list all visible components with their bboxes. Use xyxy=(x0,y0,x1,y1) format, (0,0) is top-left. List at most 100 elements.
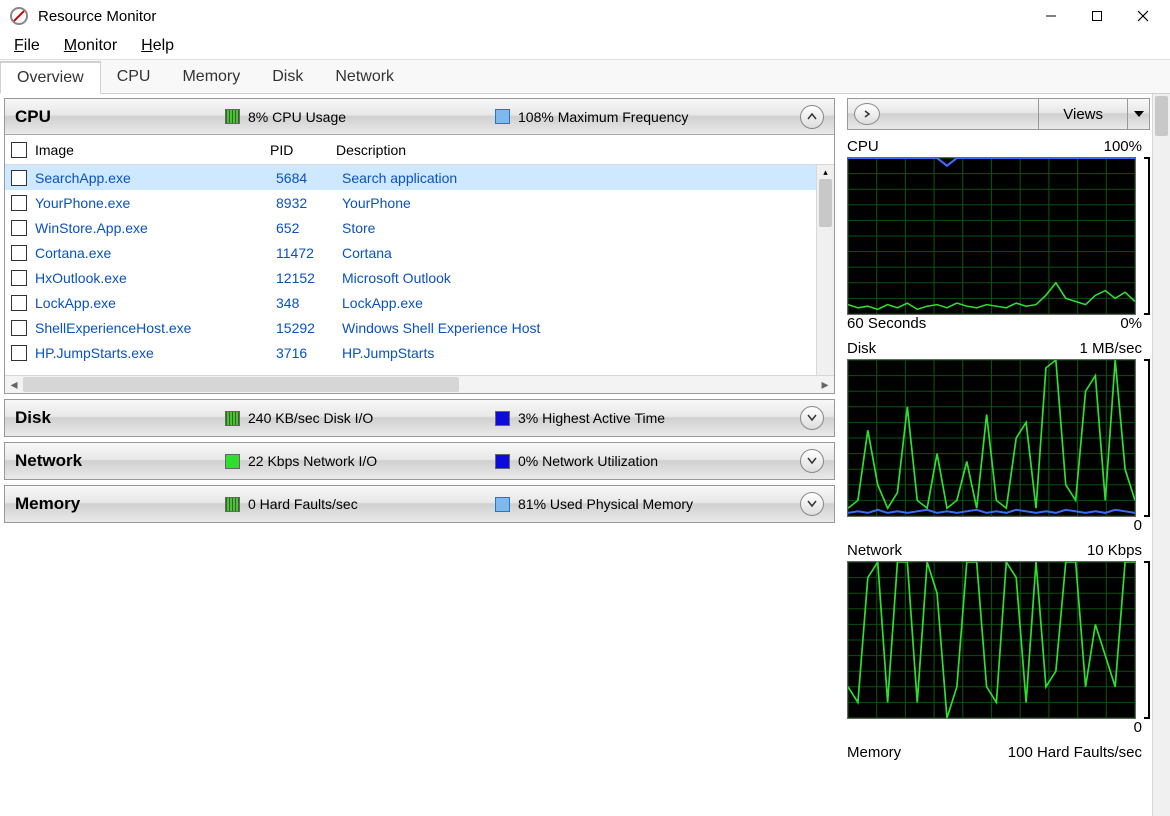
hscroll-thumb[interactable] xyxy=(23,377,459,392)
table-row[interactable]: WinStore.App.exe652Store xyxy=(5,215,816,240)
row-checkbox[interactable] xyxy=(11,270,27,286)
tab-memory[interactable]: Memory xyxy=(166,60,256,93)
vscroll-thumb[interactable] xyxy=(819,179,832,227)
cell-description: YourPhone xyxy=(342,195,816,211)
memory-used-swatch xyxy=(495,497,510,512)
views-prev-button[interactable] xyxy=(854,103,880,125)
section-title-disk: Disk xyxy=(15,408,225,428)
chart-network: Network 10 Kbps 0 xyxy=(847,542,1150,736)
section-title-network: Network xyxy=(15,451,225,471)
cell-description: Microsoft Outlook xyxy=(342,270,816,286)
app-icon xyxy=(10,7,28,25)
cell-pid: 12152 xyxy=(276,270,342,286)
tab-cpu[interactable]: CPU xyxy=(101,60,167,93)
table-row[interactable]: HP.JumpStarts.exe3716HP.JumpStarts xyxy=(5,340,816,365)
collapse-cpu-button[interactable] xyxy=(800,105,824,129)
chart-network-canvas xyxy=(847,561,1136,719)
section-header-disk[interactable]: Disk 240 KB/sec Disk I/O 3% Highest Acti… xyxy=(5,400,834,436)
cell-pid: 5684 xyxy=(276,170,342,186)
row-checkbox[interactable] xyxy=(11,295,27,311)
row-checkbox[interactable] xyxy=(11,245,27,261)
right-pane: Views CPU 100% 60 Seconds 0 xyxy=(841,94,1170,816)
cell-description: LockApp.exe xyxy=(342,295,816,311)
chart-network-title: Network xyxy=(847,542,902,559)
chart-network-min: 0 xyxy=(1134,719,1142,736)
menu-file[interactable]: File xyxy=(6,35,48,57)
table-row[interactable]: ShellExperienceHost.exe15292Windows Shel… xyxy=(5,315,816,340)
memory-faults-swatch xyxy=(225,497,240,512)
cpu-freq-text: 108% Maximum Frequency xyxy=(518,109,688,125)
expand-network-button[interactable] xyxy=(800,449,824,473)
chart-disk-title: Disk xyxy=(847,340,876,357)
chart-cpu-canvas xyxy=(847,157,1136,315)
chart-cpu: CPU 100% 60 Seconds 0% xyxy=(847,138,1150,332)
row-checkbox[interactable] xyxy=(11,170,27,186)
cell-description: Store xyxy=(342,220,816,236)
section-header-memory[interactable]: Memory 0 Hard Faults/sec 81% Used Physic… xyxy=(5,486,834,522)
row-checkbox[interactable] xyxy=(11,320,27,336)
menu-help[interactable]: Help xyxy=(133,35,182,57)
table-vscroll[interactable]: ▴ xyxy=(816,165,834,375)
scroll-left-icon[interactable]: ◂ xyxy=(5,376,23,393)
tab-network[interactable]: Network xyxy=(319,60,410,93)
table-row[interactable]: Cortana.exe11472Cortana xyxy=(5,240,816,265)
scroll-right-icon[interactable]: ▸ xyxy=(816,376,834,393)
expand-memory-button[interactable] xyxy=(800,492,824,516)
chart-disk-min: 0 xyxy=(1134,517,1142,534)
menu-monitor[interactable]: Monitor xyxy=(56,35,125,57)
cell-pid: 11472 xyxy=(276,245,342,261)
network-util-swatch xyxy=(495,454,510,469)
disk-io-text: 240 KB/sec Disk I/O xyxy=(248,410,373,426)
cpu-freq-swatch xyxy=(495,109,510,124)
tab-disk[interactable]: Disk xyxy=(256,60,319,93)
chart-cpu-xlabel: 60 Seconds xyxy=(847,315,926,332)
cell-image: Cortana.exe xyxy=(35,245,276,261)
select-all-checkbox[interactable] xyxy=(11,142,27,158)
cell-image: WinStore.App.exe xyxy=(35,220,276,236)
table-hscroll[interactable]: ◂ ▸ xyxy=(5,375,834,393)
expand-disk-button[interactable] xyxy=(800,406,824,430)
menubar: File Monitor Help xyxy=(0,32,1170,60)
tab-overview[interactable]: Overview xyxy=(0,61,101,94)
views-dropdown-arrow[interactable] xyxy=(1127,99,1149,129)
section-header-network[interactable]: Network 22 Kbps Network I/O 0% Network U… xyxy=(5,443,834,479)
table-row[interactable]: HxOutlook.exe12152Microsoft Outlook xyxy=(5,265,816,290)
views-dropdown[interactable]: Views xyxy=(1038,99,1149,129)
left-pane: CPU 8% CPU Usage 108% Maximum Frequency xyxy=(0,94,835,816)
maximize-button[interactable] xyxy=(1074,0,1120,32)
bracket-icon xyxy=(1144,561,1150,719)
chart-disk: Disk 1 MB/sec 0 xyxy=(847,340,1150,534)
cell-pid: 8932 xyxy=(276,195,342,211)
section-title-memory: Memory xyxy=(15,494,225,514)
col-header-image[interactable]: Image xyxy=(5,142,270,158)
chart-cpu-min: 0% xyxy=(1120,315,1142,332)
section-memory: Memory 0 Hard Faults/sec 81% Used Physic… xyxy=(4,485,835,523)
close-button[interactable] xyxy=(1120,0,1166,32)
col-header-description[interactable]: Description xyxy=(336,142,816,158)
cpu-usage-swatch xyxy=(225,109,240,124)
scroll-up-icon[interactable]: ▴ xyxy=(817,165,834,179)
cell-pid: 15292 xyxy=(276,320,342,336)
titlebar: Resource Monitor xyxy=(0,0,1170,32)
section-header-cpu[interactable]: CPU 8% CPU Usage 108% Maximum Frequency xyxy=(5,99,834,135)
row-checkbox[interactable] xyxy=(11,345,27,361)
minimize-button[interactable] xyxy=(1028,0,1074,32)
right-pane-scrollbar[interactable] xyxy=(1152,94,1170,816)
col-header-pid[interactable]: PID xyxy=(270,142,336,158)
cell-description: Windows Shell Experience Host xyxy=(342,320,816,336)
cell-description: HP.JumpStarts xyxy=(342,345,816,361)
table-row[interactable]: SearchApp.exe5684Search application xyxy=(5,165,816,190)
cell-pid: 652 xyxy=(276,220,342,236)
row-checkbox[interactable] xyxy=(11,195,27,211)
views-label: Views xyxy=(1039,106,1127,123)
chart-network-max: 10 Kbps xyxy=(1087,542,1142,559)
table-row[interactable]: LockApp.exe348LockApp.exe xyxy=(5,290,816,315)
window-controls xyxy=(1028,0,1166,32)
row-checkbox[interactable] xyxy=(11,220,27,236)
disk-io-swatch xyxy=(225,411,240,426)
network-util-text: 0% Network Utilization xyxy=(518,453,658,469)
section-network: Network 22 Kbps Network I/O 0% Network U… xyxy=(4,442,835,480)
cpu-usage-text: 8% CPU Usage xyxy=(248,109,346,125)
table-row[interactable]: YourPhone.exe8932YourPhone xyxy=(5,190,816,215)
right-scroll-thumb[interactable] xyxy=(1155,96,1168,136)
